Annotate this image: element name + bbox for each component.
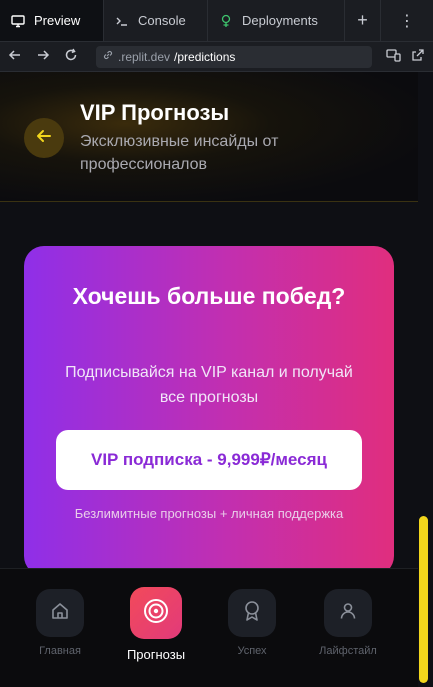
home-icon bbox=[50, 601, 70, 626]
add-tab-button[interactable]: + bbox=[345, 0, 381, 41]
more-menu-button[interactable]: ⋮ bbox=[381, 0, 433, 41]
plus-icon: + bbox=[357, 10, 368, 30]
tab-label: Preview bbox=[34, 13, 81, 28]
forward-arrow-icon[interactable] bbox=[36, 48, 50, 66]
open-external-icon[interactable] bbox=[411, 48, 425, 65]
award-icon bbox=[242, 600, 262, 627]
nav-label: Успех bbox=[237, 645, 267, 657]
url-bar: .replit.dev/predictions bbox=[0, 42, 433, 72]
target-icon bbox=[143, 598, 169, 629]
page-header: VIP Прогнозы Эксклюзивные инсайды от про… bbox=[0, 72, 418, 202]
tab-console[interactable]: Console bbox=[104, 0, 208, 41]
url-domain: .replit.dev bbox=[118, 49, 171, 64]
nav-item-predictions[interactable]: Прогнозы bbox=[108, 569, 204, 687]
vip-subscribe-button[interactable]: VIP подписка - 9,999₽/месяц bbox=[56, 430, 362, 490]
nav-icon-wrap bbox=[324, 589, 372, 637]
vip-card-text: Подписывайся на VIP канал и получай все … bbox=[65, 364, 353, 406]
tab-preview[interactable]: Preview bbox=[0, 0, 104, 41]
user-icon bbox=[338, 601, 358, 626]
reload-icon[interactable] bbox=[64, 48, 78, 66]
bottom-nav: Главная Прогнозы Успех Лайфстайл bbox=[0, 568, 418, 687]
back-arrow-icon[interactable] bbox=[8, 48, 22, 66]
nav-icon-wrap bbox=[228, 589, 276, 637]
tab-deployments[interactable]: Deployments bbox=[208, 0, 345, 41]
nav-label: Лайфстайл bbox=[319, 645, 377, 657]
more-vertical-icon: ⋮ bbox=[399, 12, 415, 30]
vip-promo-card: Хочешь больше побед? Подписывайся на VIP… bbox=[24, 246, 394, 576]
deploy-icon bbox=[218, 13, 234, 29]
nav-icon-wrap bbox=[36, 589, 84, 637]
devices-icon[interactable] bbox=[386, 48, 401, 65]
nav-label: Главная bbox=[39, 645, 81, 657]
nav-item-success[interactable]: Успех bbox=[204, 569, 300, 687]
tab-label: Console bbox=[138, 13, 186, 28]
nav-label: Прогнозы bbox=[126, 647, 186, 662]
monitor-icon bbox=[10, 13, 26, 29]
arrow-left-icon bbox=[35, 127, 53, 150]
page-subtitle: Эксклюзивные инсайды от профессионалов bbox=[80, 133, 279, 173]
url-field[interactable]: .replit.dev/predictions bbox=[96, 45, 372, 68]
nav-icon-wrap bbox=[130, 587, 182, 639]
url-path: /predictions bbox=[174, 49, 236, 64]
page-title: VIP Прогнозы bbox=[80, 100, 230, 125]
scrollbar-thumb[interactable] bbox=[419, 516, 428, 683]
nav-item-lifestyle[interactable]: Лайфстайл bbox=[300, 569, 396, 687]
url-actions bbox=[386, 48, 425, 65]
terminal-icon bbox=[114, 13, 130, 29]
nav-item-home[interactable]: Главная bbox=[12, 569, 108, 687]
vip-card-note: Безлимитные прогнозы + личная поддержка bbox=[74, 506, 344, 521]
tab-label: Deployments bbox=[242, 13, 318, 28]
vip-card-title: Хочешь больше побед? bbox=[72, 283, 346, 309]
link-icon bbox=[102, 49, 114, 64]
replit-tabbar: Preview Console Deployments + ⋮ bbox=[0, 0, 433, 42]
app-viewport: VIP Прогнозы Эксклюзивные инсайды от про… bbox=[0, 72, 433, 687]
back-button[interactable] bbox=[24, 118, 64, 158]
